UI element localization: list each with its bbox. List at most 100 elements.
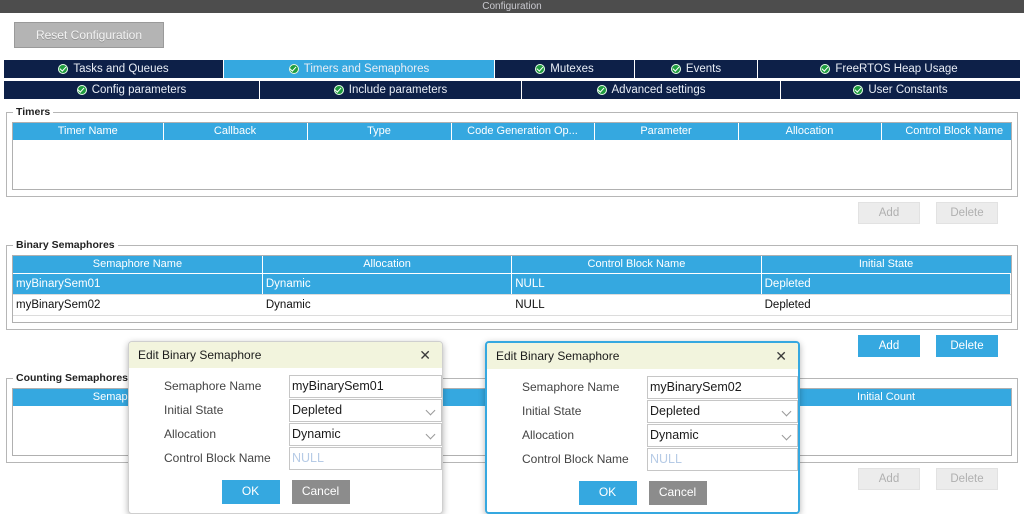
- dialog-2-actions: OK Cancel: [487, 471, 798, 512]
- dialog-2-title: Edit Binary Semaphore: [496, 349, 620, 363]
- check-circle-icon: [670, 64, 681, 74]
- tab-row-primary: Tasks and Queues Timers and Semaphores Mut…: [4, 60, 1020, 78]
- configuration-window: Configuration Reset Configuration Tasks …: [0, 0, 1024, 514]
- tab-tasks-and-queues[interactable]: Tasks and Queues: [4, 60, 224, 78]
- reset-configuration-label: Reset Configuration: [35, 28, 143, 42]
- counting-semaphores-add-label: Add: [878, 473, 900, 485]
- tab-config-parameters[interactable]: Config parameters: [4, 81, 260, 99]
- check-circle-icon: [58, 64, 69, 74]
- tab-freertos-heap-usage[interactable]: FreeRTOS Heap Usage: [758, 60, 1020, 78]
- edit-binary-semaphore-dialog-2[interactable]: Edit Binary Semaphore ✕ Semaphore Name m…: [485, 341, 800, 514]
- binary-semaphores-column-header[interactable]: Control Block Name: [511, 256, 762, 274]
- tab-include-parameters[interactable]: Include parameters: [260, 81, 522, 99]
- tab-row-secondary: Config parameters Include parameters Advan…: [4, 81, 1020, 99]
- dialog-1-allocation-select[interactable]: Dynamic: [289, 422, 442, 446]
- timers-column-header[interactable]: Control Block Name: [881, 123, 1011, 141]
- dialog-1-ok-button[interactable]: OK: [221, 480, 280, 504]
- tab-label: Include parameters: [348, 84, 448, 96]
- binary-semaphores-cell-control-block: NULL: [511, 273, 762, 295]
- timers-column-header[interactable]: Parameter: [594, 123, 739, 141]
- timers-column-header[interactable]: Type: [307, 123, 452, 141]
- timers-column-header[interactable]: Timer Name: [13, 123, 164, 141]
- reset-configuration-button[interactable]: Reset Configuration: [14, 22, 164, 48]
- counting-semaphores-group-legend: Counting Semaphores: [13, 372, 132, 384]
- timers-table-body[interactable]: [13, 140, 1011, 188]
- tab-label: Tasks and Queues: [73, 63, 169, 75]
- table-row[interactable]: myBinarySem01 Dynamic NULL Depleted: [13, 273, 1011, 295]
- binary-semaphores-body[interactable]: myBinarySem01 Dynamic NULL Depleted myBinary…: [13, 273, 1011, 321]
- binary-semaphores-cell-control-block: NULL: [511, 294, 762, 316]
- timers-table[interactable]: Timer Name Callback Type Code Generation Op…: [12, 122, 1012, 190]
- binary-semaphores-cell-name: myBinarySem01: [13, 273, 263, 295]
- tab-advanced-settings[interactable]: Advanced settings: [522, 81, 781, 99]
- timers-add-label: Add: [878, 207, 900, 219]
- dialog-2-initial-state-select[interactable]: Depleted: [647, 399, 798, 423]
- chevron-down-icon: [781, 406, 792, 416]
- binary-semaphores-column-header[interactable]: Allocation: [262, 256, 513, 274]
- counting-semaphores-delete-button[interactable]: Delete: [936, 468, 998, 490]
- binary-semaphores-column-header[interactable]: Semaphore Name: [13, 256, 263, 274]
- dialog-2-ok-button[interactable]: OK: [578, 481, 637, 505]
- tab-label: Config parameters: [91, 84, 187, 96]
- check-circle-icon: [535, 64, 546, 74]
- dialog-2-title-bar: Edit Binary Semaphore ✕: [487, 343, 798, 369]
- dialog-1-cancel-button[interactable]: Cancel: [291, 480, 350, 504]
- check-circle-icon: [288, 64, 299, 74]
- binary-semaphores-column-header[interactable]: Initial State: [761, 256, 1011, 274]
- chevron-down-icon: [425, 429, 436, 439]
- dialog-2-allocation-select[interactable]: Dynamic: [647, 423, 798, 447]
- check-circle-icon: [820, 64, 831, 74]
- chevron-down-icon: [781, 430, 792, 440]
- timers-delete-button[interactable]: Delete: [936, 202, 998, 224]
- binary-semaphores-cell-name: myBinarySem02: [13, 294, 263, 316]
- binary-semaphores-cell-initial-state: Depleted: [761, 294, 1011, 316]
- dialog-1-allocation-value: Dynamic: [292, 427, 341, 441]
- timers-column-header[interactable]: Allocation: [738, 123, 882, 141]
- dialog-2-allocation-value: Dynamic: [650, 428, 699, 442]
- binary-semaphores-cell-initial-state: Depleted: [761, 273, 1011, 295]
- dialog-2-body: Semaphore Name myBinarySem02 Initial Sta…: [487, 369, 798, 512]
- timers-add-button[interactable]: Add: [858, 202, 920, 224]
- counting-semaphores-delete-label: Delete: [950, 473, 984, 485]
- tab-mutexes[interactable]: Mutexes: [495, 60, 635, 78]
- dialog-1-name-row: Semaphore Name myBinarySem01: [129, 374, 442, 398]
- table-row[interactable]: myBinarySem02 Dynamic NULL Depleted: [13, 294, 1011, 316]
- tab-label: Events: [685, 63, 722, 75]
- dialog-1-initial-state-select[interactable]: Depleted: [289, 398, 442, 422]
- dialog-1-control-block-input[interactable]: NULL: [289, 446, 442, 470]
- dialog-1-name-input[interactable]: myBinarySem01: [289, 374, 442, 398]
- tab-label: User Constants: [868, 84, 948, 96]
- dialog-2-state-label: Initial State: [522, 404, 582, 418]
- binary-semaphores-table[interactable]: Semaphore Name Allocation Control Block Na…: [12, 255, 1012, 323]
- dialog-1-actions: OK Cancel: [129, 470, 442, 513]
- timers-group-legend: Timers: [13, 106, 54, 118]
- tab-label: FreeRTOS Heap Usage: [835, 63, 958, 75]
- edit-binary-semaphore-dialog-1[interactable]: Edit Binary Semaphore ✕ Semaphore Name m…: [128, 341, 443, 514]
- dialog-2-alloc-label: Allocation: [522, 428, 575, 442]
- tab-label: Timers and Semaphores: [303, 63, 430, 75]
- dialog-2-initial-state-value: Depleted: [650, 404, 701, 418]
- tab-timers-and-semaphores[interactable]: Timers and Semaphores: [224, 60, 495, 78]
- dialog-2-cancel-button[interactable]: Cancel: [648, 481, 707, 505]
- binary-semaphores-add-button[interactable]: Add: [858, 335, 920, 357]
- binary-semaphores-group-legend: Binary Semaphores: [13, 239, 118, 251]
- dialog-1-title-bar: Edit Binary Semaphore ✕: [129, 342, 442, 368]
- tab-events[interactable]: Events: [635, 60, 758, 78]
- binary-semaphores-header-row: Semaphore Name Allocation Control Block Na…: [13, 256, 1011, 274]
- close-icon[interactable]: ✕: [773, 349, 789, 363]
- binary-semaphores-delete-label: Delete: [950, 340, 984, 352]
- timers-column-header[interactable]: Code Generation Op...: [451, 123, 595, 141]
- check-circle-icon: [76, 85, 87, 95]
- dialog-2-control-block-input[interactable]: NULL: [647, 447, 798, 471]
- counting-semaphores-add-button[interactable]: Add: [858, 468, 920, 490]
- dialog-1-state-row: Initial State Depleted: [129, 398, 442, 422]
- tab-user-constants[interactable]: User Constants: [781, 81, 1020, 99]
- close-icon[interactable]: ✕: [417, 348, 433, 362]
- binary-semaphores-add-label: Add: [878, 340, 900, 352]
- timers-delete-label: Delete: [950, 207, 984, 219]
- binary-semaphores-delete-button[interactable]: Delete: [936, 335, 998, 357]
- timers-column-header[interactable]: Callback: [163, 123, 308, 141]
- dialog-2-name-input[interactable]: myBinarySem02: [647, 375, 798, 399]
- dialog-2-state-row: Initial State Depleted: [487, 399, 798, 423]
- dialog-2-name-label: Semaphore Name: [522, 380, 620, 394]
